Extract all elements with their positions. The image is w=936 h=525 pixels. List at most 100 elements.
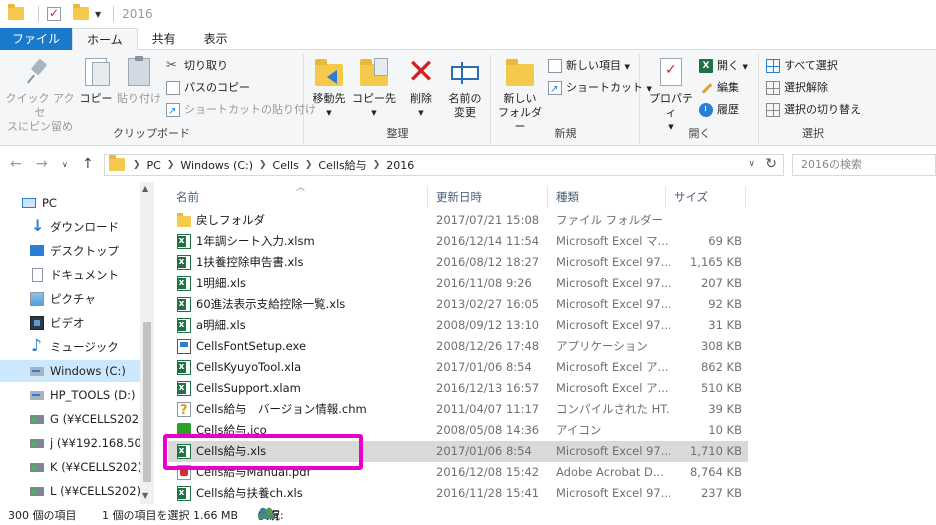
new-folder-button[interactable]: 新しい フォルダー: [496, 56, 544, 134]
paste-button[interactable]: 貼り付け: [116, 56, 162, 106]
copy-button[interactable]: コピー: [78, 56, 114, 106]
excel-file-icon: [177, 297, 191, 312]
address-bar[interactable]: ❯ PC ❯ Windows (C:) ❯ Cells ❯ Cells給与 ❯ …: [104, 154, 784, 176]
copy-path-label: パスのコピー: [184, 81, 250, 94]
new-item-button[interactable]: 新しい項目 ▼: [548, 56, 630, 76]
tab-home[interactable]: ホーム: [72, 28, 138, 51]
tab-file[interactable]: ファイル: [0, 28, 73, 50]
invert-selection-button[interactable]: 選択の切り替え: [766, 100, 861, 120]
column-header-name[interactable]: 名前: [168, 186, 428, 208]
open-button[interactable]: X 開く ▼: [699, 56, 748, 76]
recent-locations-icon[interactable]: ∨: [62, 160, 68, 169]
properties-button[interactable]: プロパティ ▼: [645, 56, 697, 134]
rename-button[interactable]: 名前の 変更: [443, 56, 487, 120]
delete-icon: ✕: [406, 52, 436, 92]
file-row[interactable]: CellsKyuyoTool.xla 2017/01/06 8:54 Micro…: [168, 357, 748, 378]
history-button[interactable]: 履歴: [699, 100, 739, 120]
column-header-type[interactable]: 種類: [548, 186, 666, 208]
file-type: コンパイルされた HT...: [556, 402, 670, 416]
scrollbar-thumb[interactable]: [143, 322, 151, 482]
nav-item-hp-tools[interactable]: HP_TOOLS (D:): [0, 384, 140, 406]
pin-quick-access-button[interactable]: クイック アクセ スにピン留め: [4, 56, 76, 134]
file-row[interactable]: 1年調シート入力.xlsm 2016/12/14 11:54 Microsoft…: [168, 231, 748, 252]
breadcrumb-cells-kyuyo[interactable]: Cells給与: [318, 157, 366, 173]
column-header-date[interactable]: 更新日時: [428, 186, 548, 208]
nav-scrollbar[interactable]: ▲ ▼: [140, 182, 154, 504]
chevron-right-icon[interactable]: ❯: [259, 160, 267, 170]
breadcrumb-pc[interactable]: PC: [147, 159, 161, 172]
excel-file-icon: [177, 360, 191, 375]
up-icon[interactable]: ↑: [82, 156, 94, 172]
chevron-right-icon[interactable]: ❯: [373, 160, 381, 170]
search-input[interactable]: 2016の検索: [792, 154, 936, 176]
nav-item-pc[interactable]: PC: [0, 192, 140, 214]
open-label: 開く: [717, 59, 739, 72]
move-to-dropdown-icon: ▼: [326, 109, 332, 117]
nav-label: デスクトップ: [50, 244, 119, 258]
folder-icon: [177, 213, 191, 227]
file-date: 2016/08/12 18:27: [436, 255, 540, 269]
paste-label: 貼り付け: [117, 92, 161, 105]
file-type: Microsoft Excel 97...: [556, 297, 670, 311]
nav-item-windows-c[interactable]: Windows (C:): [0, 360, 140, 382]
folder-icon: [8, 4, 24, 22]
file-row[interactable]: Cells給与 バージョン情報.chm 2011/04/07 11:17 コンパ…: [168, 399, 748, 421]
copy-path-button[interactable]: パスのコピー: [166, 78, 250, 98]
title-bar: ▼ 2016: [0, 0, 936, 28]
file-row[interactable]: a明細.xls 2008/09/12 13:10 Microsoft Excel…: [168, 315, 748, 336]
nav-item-pictures[interactable]: ピクチャ: [0, 288, 140, 310]
nav-item-j-drive[interactable]: j (¥¥192.168.50.1: [0, 432, 140, 454]
file-row[interactable]: 60進法表示支給控除一覧.xls 2013/02/27 16:05 Micros…: [168, 294, 748, 315]
nav-item-videos[interactable]: ビデオ: [0, 312, 140, 334]
pin-icon: [24, 56, 56, 88]
file-row[interactable]: Cells給与扶養ch.xls 2016/11/28 15:41 Microso…: [168, 483, 748, 504]
forward-icon[interactable]: →: [36, 156, 48, 172]
select-all-button[interactable]: すべて選択: [766, 56, 838, 76]
tab-share[interactable]: 共有: [138, 28, 190, 50]
move-to-label: 移動先: [312, 92, 346, 105]
back-icon[interactable]: ←: [10, 156, 22, 172]
move-to-button[interactable]: 移動先 ▼: [309, 56, 349, 120]
separator: [38, 6, 39, 22]
cut-label: 切り取り: [184, 59, 228, 72]
nav-item-music[interactable]: ミュージック: [0, 336, 140, 358]
scroll-down-icon[interactable]: ▼: [142, 491, 148, 500]
quick-access-dropdown-icon[interactable]: ▼: [95, 10, 101, 19]
chevron-right-icon[interactable]: ❯: [133, 160, 141, 170]
nav-item-desktop[interactable]: デスクトップ: [0, 240, 140, 262]
copy-to-button[interactable]: コピー先 ▼: [351, 56, 397, 120]
delete-button[interactable]: ✕ 削除 ▼: [401, 52, 441, 120]
file-row[interactable]: 1扶養控除申告書.xls 2016/08/12 18:27 Microsoft …: [168, 252, 748, 273]
breadcrumb-drive[interactable]: Windows (C:): [180, 159, 253, 172]
file-row[interactable]: 戻しフォルダ 2017/07/21 15:08 ファイル フォルダー: [168, 210, 748, 231]
file-size: 1,710 KB: [689, 444, 742, 458]
paste-shortcut-button[interactable]: ショートカットの貼り付け: [166, 100, 316, 122]
folder-icon: [109, 155, 125, 173]
file-row[interactable]: CellsSupport.xlam 2016/12/13 16:57 Micro…: [168, 378, 748, 399]
select-none-button[interactable]: 選択解除: [766, 78, 828, 98]
drive-icon: [30, 391, 44, 400]
breadcrumb-2016[interactable]: 2016: [386, 159, 414, 172]
edit-button[interactable]: 編集: [699, 78, 739, 98]
chevron-right-icon[interactable]: ❯: [167, 160, 175, 170]
clipboard-group: クイック アクセ スにピン留め コピー 貼り付け 切り取り パスのコピー ショー…: [0, 54, 316, 144]
scroll-up-icon[interactable]: ▲: [142, 184, 148, 193]
properties-quick-icon[interactable]: [47, 6, 61, 21]
nav-item-l-drive[interactable]: L (¥¥CELLS202) (: [0, 480, 140, 502]
file-row[interactable]: 1明細.xls 2016/11/08 9:26 Microsoft Excel …: [168, 273, 748, 294]
nav-item-documents[interactable]: ドキュメント: [0, 264, 140, 286]
nav-item-g-drive[interactable]: G (¥¥CELLS202) (: [0, 408, 140, 430]
open-dropdown-icon: ▼: [742, 63, 748, 71]
refresh-icon[interactable]: ↻: [765, 156, 777, 172]
tab-view[interactable]: 表示: [190, 28, 242, 50]
breadcrumb-cells[interactable]: Cells: [273, 159, 299, 172]
column-header-size[interactable]: サイズ: [666, 186, 746, 208]
easy-access-button[interactable]: ショートカット ▼: [548, 78, 652, 100]
file-row[interactable]: CellsFontSetup.exe 2008/12/26 17:48 アプリケ…: [168, 336, 748, 357]
chevron-right-icon[interactable]: ❯: [305, 160, 313, 170]
nav-item-k-drive[interactable]: K (¥¥CELLS202) (: [0, 456, 140, 478]
cut-button[interactable]: 切り取り: [166, 56, 228, 76]
new-folder-quick-icon[interactable]: [73, 4, 89, 22]
address-dropdown-icon[interactable]: ∨: [748, 159, 755, 169]
nav-item-downloads[interactable]: ダウンロード: [0, 216, 140, 238]
